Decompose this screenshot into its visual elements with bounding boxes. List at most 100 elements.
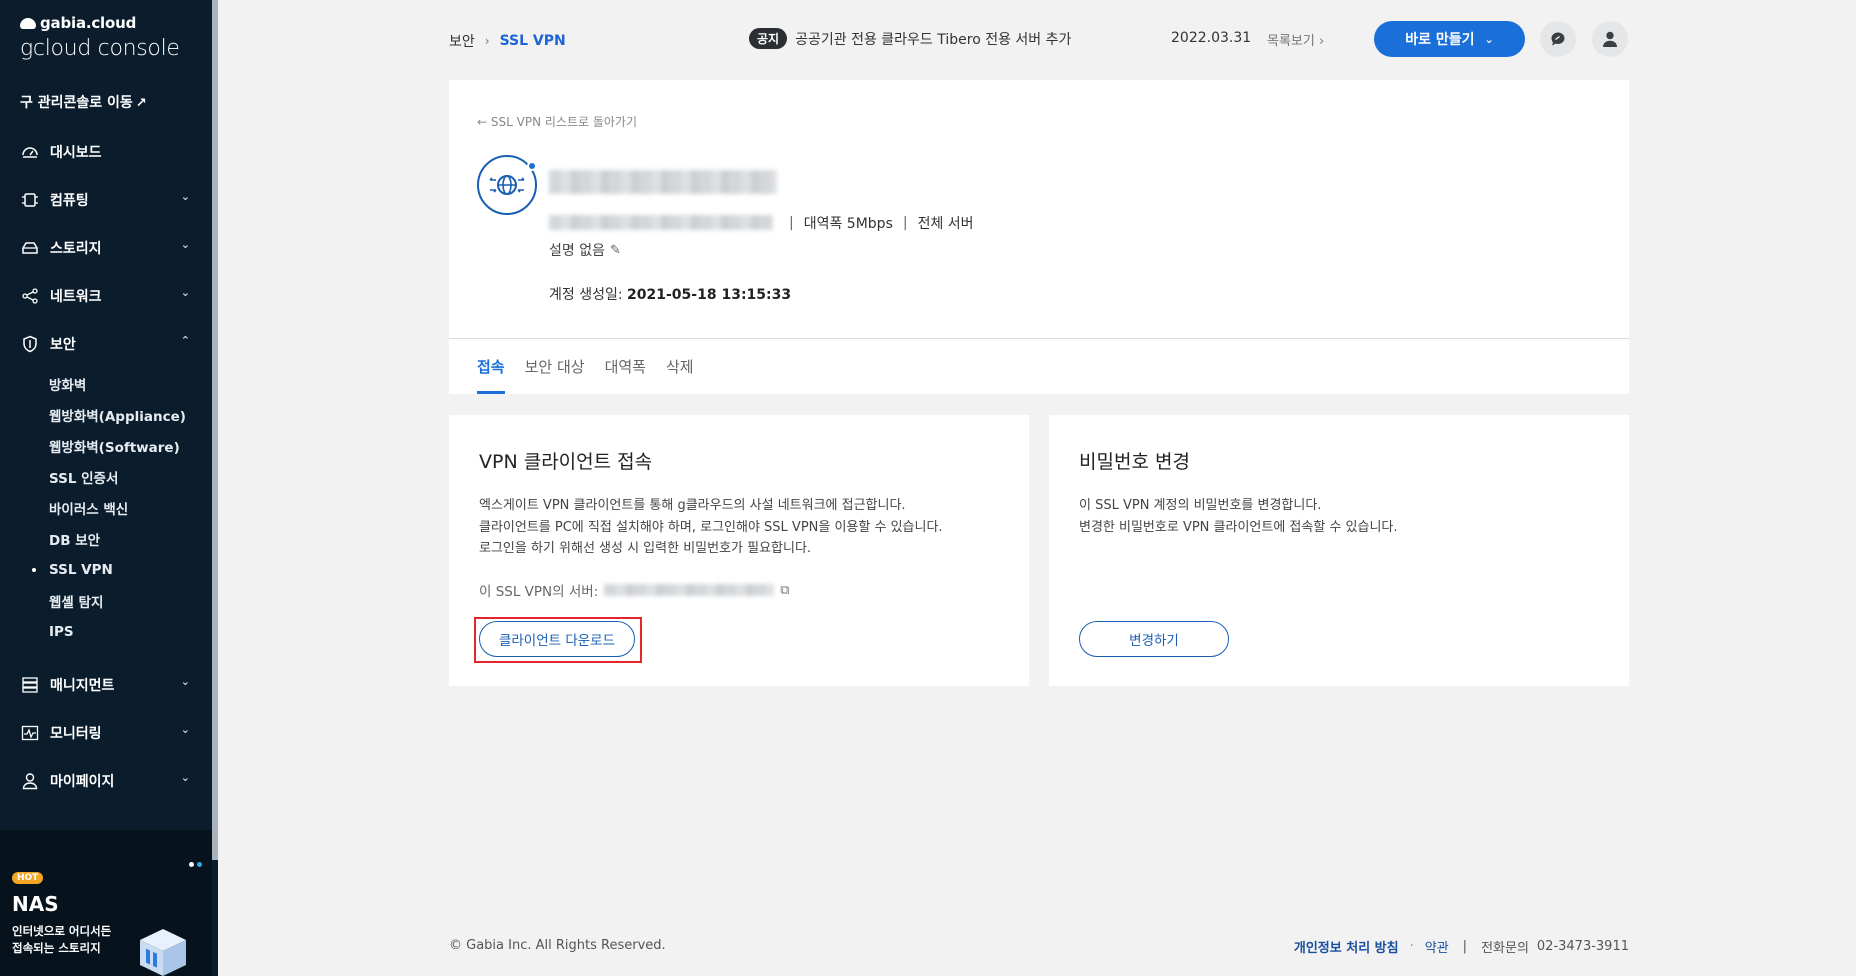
tab-delete[interactable]: 삭제	[666, 338, 694, 394]
server-address-row: 이 SSL VPN의 서버: ⧉	[479, 580, 790, 601]
tab-bandwidth[interactable]: 대역폭	[605, 338, 646, 394]
chevron-down-icon: ⌄	[180, 723, 190, 736]
created-date: 계정 생성일: 2021-05-18 13:15:33	[549, 284, 791, 304]
tab-connect[interactable]: 접속	[477, 338, 505, 394]
chevron-up-icon: ⌃	[180, 334, 190, 347]
subnav-ssl-certificate[interactable]: SSL 인증서	[0, 461, 212, 492]
quick-create-button[interactable]: 바로 만들기 ⌄	[1374, 21, 1525, 57]
sidebar-item-security[interactable]: 보안 ⌃	[0, 320, 212, 368]
sidebar-item-dashboard[interactable]: 대시보드	[0, 128, 212, 176]
network-icon	[20, 286, 40, 306]
client-desc-line: 로그인을 하기 위해선 생성 시 입력한 비밀번호가 필요합니다.	[479, 541, 812, 556]
breadcrumb-separator-icon: ›	[484, 34, 490, 48]
sidebar-item-monitoring[interactable]: 모니터링 ⌄	[0, 709, 212, 757]
server-label: 이 SSL VPN의 서버:	[479, 584, 599, 600]
back-to-list-label: SSL VPN 리스트로 돌아가기	[490, 115, 637, 129]
brand-small-text: gabia.cloud	[40, 14, 137, 32]
monitoring-icon	[20, 723, 40, 743]
sidebar-item-label: 모니터링	[50, 726, 102, 742]
subnav-ips[interactable]: IPS	[0, 616, 212, 647]
phone-number: 02-3473-3911	[1536, 939, 1629, 954]
chevron-down-icon: ⌄	[180, 675, 190, 688]
sidebar-item-management[interactable]: 매니지먼트 ⌄	[0, 661, 212, 709]
redacted-vpn-name	[549, 170, 777, 194]
sidebar-item-network[interactable]: 네트워크 ⌄	[0, 272, 212, 320]
subnav-db-security[interactable]: DB 보안	[0, 523, 212, 554]
notice-badge: 공지	[749, 28, 788, 49]
subnav-antivirus[interactable]: 바이러스 백신	[0, 492, 212, 523]
carousel-dot[interactable]	[189, 862, 194, 867]
privacy-policy-link[interactable]: 개인정보 처리 방침	[1294, 937, 1399, 956]
notice-text[interactable]: 공공기관 전용 클라우드 Tibero 전용 서버 추가	[795, 29, 1071, 49]
divider: |	[1462, 939, 1468, 954]
quick-create-label: 바로 만들기	[1405, 32, 1475, 48]
copy-icon[interactable]: ⧉	[780, 583, 789, 598]
subnav-waf-software[interactable]: 웹방화벽(Software)	[0, 430, 212, 461]
user-icon	[20, 771, 40, 791]
sidebar-nav: 대시보드 컴퓨팅 ⌄ 스토리지 ⌄ 네트워크 ⌄ 보안 ⌃ 방화벽 웹방화벽(A…	[0, 128, 212, 805]
client-desc-line: 클라이언트를 PC에 직접 설치해야 하며, 로그인해야 SSL VPN을 이용…	[479, 519, 943, 535]
password-change-card: 비밀번호 변경 이 SSL VPN 계정의 비밀번호를 변경합니다. 변경한 비…	[1049, 415, 1629, 686]
separator-dot: ·	[1409, 939, 1414, 954]
promo-title: NAS	[12, 892, 59, 916]
brand-logo-small[interactable]: gabia.cloud	[20, 14, 136, 32]
brand-logo-big[interactable]: gcloud console	[20, 36, 180, 61]
divider: |	[902, 215, 908, 231]
vpn-meta: | 대역폭 5Mbps | 전체 서버	[779, 213, 974, 233]
description-row: 설명 없음 ✎	[549, 240, 621, 260]
redacted-vpn-address	[549, 215, 773, 230]
promo-description: 인터넷으로 어디서든 접속되는 스토리지	[12, 924, 112, 955]
storage-icon	[20, 238, 40, 258]
hot-badge: HOT	[12, 872, 44, 884]
breadcrumb-parent[interactable]: 보안	[449, 31, 475, 51]
notice-bar[interactable]: 공지 공공기관 전용 클라우드 Tibero 전용 서버 추가	[749, 28, 1071, 49]
chevron-right-icon: ›	[1318, 34, 1325, 49]
management-icon	[20, 675, 40, 695]
sidebar-item-label: 대시보드	[50, 145, 102, 161]
sidebar-item-label: 마이페이지	[50, 774, 115, 790]
subnav-firewall[interactable]: 방화벽	[0, 368, 212, 399]
sidebar-item-computing[interactable]: 컴퓨팅 ⌄	[0, 176, 212, 224]
legacy-console-label: 구 관리콘솔로 이동	[20, 95, 133, 111]
nas-promo-banner[interactable]: HOT NAS 인터넷으로 어디서든 접속되는 스토리지	[0, 830, 212, 976]
chevron-down-icon: ⌄	[180, 771, 190, 784]
status-dot	[527, 161, 537, 171]
sidebar-scrollbar[interactable]	[212, 0, 218, 860]
back-to-list-link[interactable]: ← SSL VPN 리스트로 돌아가기	[477, 113, 637, 130]
divider: |	[789, 215, 794, 231]
notice-list-link[interactable]: 목록보기 ›	[1267, 30, 1324, 49]
change-password-button[interactable]: 변경하기	[1079, 621, 1229, 657]
dashboard-icon	[20, 142, 40, 162]
client-desc-line: 엑스게이트 VPN 클라이언트를 통해 g클라우드의 사설 네트워크에 접근합니…	[479, 498, 906, 513]
sidebar-item-label: 보안	[50, 337, 76, 353]
sidebar: gabia.cloud gcloud console 구 관리콘솔로 이동 ↗ 대…	[0, 0, 218, 976]
password-desc-line: 이 SSL VPN 계정의 비밀번호를 변경합니다.	[1079, 498, 1322, 513]
carousel-dots[interactable]	[186, 852, 202, 871]
account-button[interactable]	[1592, 21, 1628, 57]
bandwidth-value: 대역폭 5Mbps	[803, 216, 893, 232]
client-card-description: 엑스게이트 VPN 클라이언트를 통해 g클라우드의 사설 네트워크에 접근합니…	[479, 495, 943, 560]
tab-security-targets[interactable]: 보안 대상	[525, 338, 585, 394]
chat-button[interactable]	[1540, 21, 1576, 57]
description-text: 설명 없음	[549, 243, 605, 259]
subnav-webshell-detection[interactable]: 웹셸 탐지	[0, 585, 212, 616]
sidebar-item-mypage[interactable]: 마이페이지 ⌄	[0, 757, 212, 805]
chevron-down-icon: ⌄	[180, 238, 190, 251]
security-subnav: 방화벽 웹방화벽(Appliance) 웹방화벽(Software) SSL 인…	[0, 368, 212, 655]
highlight-box	[474, 617, 642, 663]
sidebar-item-label: 스토리지	[50, 241, 102, 257]
nas-storage-illustration	[140, 929, 186, 976]
pencil-edit-icon[interactable]: ✎	[610, 243, 621, 258]
scope-value: 전체 서버	[917, 216, 974, 232]
vpn-service-icon	[477, 155, 537, 215]
shield-icon	[20, 334, 40, 354]
password-card-title: 비밀번호 변경	[1079, 451, 1190, 473]
breadcrumb-current: SSL VPN	[499, 33, 566, 49]
sidebar-item-storage[interactable]: 스토리지 ⌄	[0, 224, 212, 272]
subnav-waf-appliance[interactable]: 웹방화벽(Appliance)	[0, 399, 212, 430]
subnav-ssl-vpn[interactable]: SSL VPN	[0, 554, 212, 585]
vpn-detail-card: ← SSL VPN 리스트로 돌아가기 | 대역폭 5Mbps | 전체 서버 …	[449, 80, 1629, 394]
terms-link[interactable]: 약관	[1425, 937, 1449, 956]
carousel-dot-active[interactable]	[197, 862, 202, 867]
legacy-console-link[interactable]: 구 관리콘솔로 이동 ↗	[20, 92, 147, 112]
